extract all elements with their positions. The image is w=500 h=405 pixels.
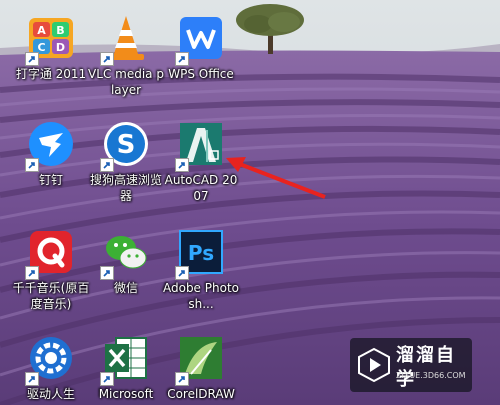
shortcut-arrow-icon [175,266,189,280]
shortcut-arrow-icon [100,52,114,66]
desktop-icon-excel[interactable]: Microsoft [87,328,165,405]
icon-label: Adobe Photosh... [162,281,239,311]
play-logo-icon [358,347,390,383]
svg-text:S: S [117,130,136,160]
shortcut-arrow-icon [100,372,114,386]
shortcut-arrow-icon [100,158,114,172]
desktop-icon-sogou[interactable]: S 搜狗高速浏览器 [87,114,165,204]
icon-label: CorelDRAW [167,387,235,401]
desktop-icon-autocad[interactable]: AutoCAD 2007 [162,114,240,204]
svg-text:D: D [56,41,65,54]
desktop: A B C D 打字通 2011 VLC media player WPS Of… [0,0,500,405]
svg-text:Ps: Ps [188,241,214,265]
icon-label: 搜狗高速浏览器 [89,173,162,203]
icon-label: 千千音乐(原百度音乐) [12,281,90,311]
desktop-icon-driver-life[interactable]: 驱动人生 [12,328,90,405]
desktop-icon-qianqian[interactable]: 千千音乐(原百度音乐) [12,222,90,312]
icon-label: 微信 [113,281,138,295]
watermark-logo: 溜溜自学 ZIXUE.3D66.COM [350,338,472,392]
icon-label: WPS Office [168,67,234,81]
shortcut-arrow-icon [25,158,39,172]
shortcut-arrow-icon [175,372,189,386]
desktop-icon-dingtalk[interactable]: 钉钉 [12,114,90,204]
shortcut-arrow-icon [175,158,189,172]
desktop-icon-wechat[interactable]: 微信 [87,222,165,312]
desktop-icon-vlc[interactable]: VLC media player [87,8,165,98]
svg-text:B: B [56,24,64,37]
icon-label: 驱动人生 [26,387,75,401]
desktop-icon-photoshop[interactable]: Ps Adobe Photosh... [162,222,240,312]
shortcut-arrow-icon [175,52,189,66]
watermark-title: 溜溜自学 [396,345,456,390]
shortcut-arrow-icon [25,52,39,66]
icon-label: AutoCAD 2007 [164,173,238,203]
desktop-icon-coreldraw[interactable]: CorelDRAW [162,328,240,405]
shortcut-arrow-icon [25,372,39,386]
desktop-icon-wps[interactable]: WPS Office [162,8,240,98]
shortcut-arrow-icon [25,266,39,280]
icon-label: 打字通 2011 [15,67,87,81]
icon-label: 钉钉 [38,173,63,187]
shortcut-arrow-icon [100,266,114,280]
icon-label: VLC media player [88,67,164,97]
desktop-icon-typing[interactable]: A B C D 打字通 2011 [12,8,90,98]
icon-label: Microsoft [98,387,154,401]
svg-text:A: A [37,24,46,37]
watermark-url: ZIXUE.3D66.COM [396,371,466,380]
